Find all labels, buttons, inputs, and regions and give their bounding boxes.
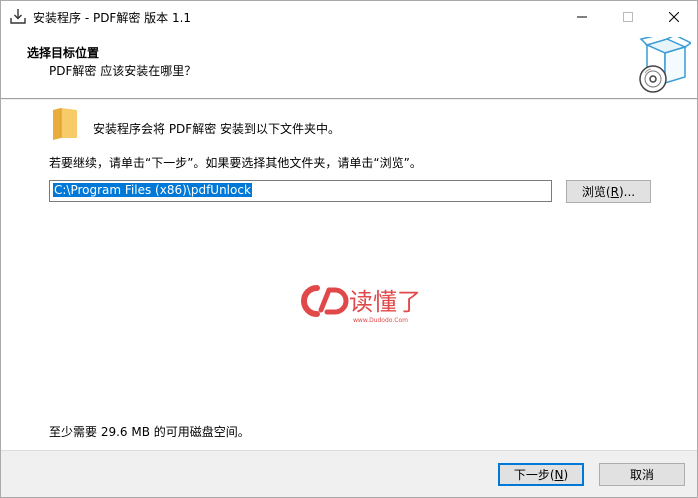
browse-accelerator: R <box>610 184 619 199</box>
folder-icon <box>53 108 77 140</box>
disk-space-text: 至少需要 29.6 MB 的可用磁盘空间。 <box>49 425 250 439</box>
continue-info-text: 若要继续，请单击“下一步”。如果要选择其他文件夹，请单击“浏览”。 <box>49 156 422 170</box>
browse-button[interactable]: 浏览(R)... <box>566 180 651 203</box>
installer-download-icon <box>10 9 26 24</box>
wizard-body: 安装程序会将 PDF解密 安装到以下文件夹中。 若要继续，请单击“下一步”。如果… <box>1 100 697 450</box>
title-bar[interactable]: 安装程序 - PDF解密 版本 1.1 <box>1 1 697 32</box>
close-button[interactable] <box>651 1 697 32</box>
page-subtitle: PDF解密 应该安装在哪里？ <box>49 64 197 78</box>
window-title: 安装程序 - PDF解密 版本 1.1 <box>33 11 192 25</box>
next-label: 下一步 <box>513 468 550 482</box>
install-path-input[interactable]: C:\Program Files (x86)\pdfUnlock <box>49 180 552 202</box>
wizard-header: 选择目标位置 PDF解密 应该安装在哪里？ <box>1 32 697 99</box>
maximize-icon <box>623 11 633 22</box>
watermark-url: www.Dudodo.Com <box>353 317 408 324</box>
install-path-value: C:\Program Files (x86)\pdfUnlock <box>53 183 252 197</box>
next-button[interactable]: 下一步(N) <box>498 463 584 486</box>
maximize-button[interactable] <box>605 1 651 32</box>
cancel-button[interactable]: 取消 <box>599 463 685 486</box>
minimize-button[interactable] <box>559 1 605 32</box>
watermark-text: 读懂了 <box>349 288 421 316</box>
browse-label: 浏览 <box>581 185 606 199</box>
close-icon <box>669 11 679 22</box>
wizard-footer: 下一步(N) 取消 <box>1 450 697 497</box>
installer-window: 安装程序 - PDF解密 版本 1.1 选择目标位置 PDF解密 应该安装在哪里… <box>0 0 698 498</box>
page-title: 选择目标位置 <box>27 46 100 60</box>
watermark-logo: 读懂了 www.Dudodo.Com <box>301 285 421 324</box>
install-info-text: 安装程序会将 PDF解密 安装到以下文件夹中。 <box>93 122 341 136</box>
install-box-disc-icon <box>639 37 691 93</box>
cancel-label: 取消 <box>629 468 654 482</box>
next-accelerator: N <box>554 467 564 482</box>
minimize-icon <box>577 16 587 17</box>
